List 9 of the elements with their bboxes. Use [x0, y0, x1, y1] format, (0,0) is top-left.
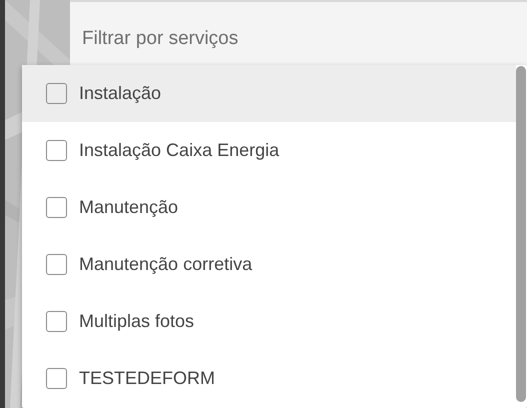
- dropdown-option[interactable]: Instalação: [22, 65, 516, 122]
- checkbox[interactable]: [46, 83, 67, 104]
- checkbox[interactable]: [46, 254, 67, 275]
- checkbox[interactable]: [46, 197, 67, 218]
- filter-label: Filtrar por serviços: [82, 28, 238, 49]
- checkbox[interactable]: [46, 368, 67, 389]
- checkbox[interactable]: [46, 140, 67, 161]
- scrollbar[interactable]: [516, 66, 526, 402]
- checkbox[interactable]: [46, 311, 67, 332]
